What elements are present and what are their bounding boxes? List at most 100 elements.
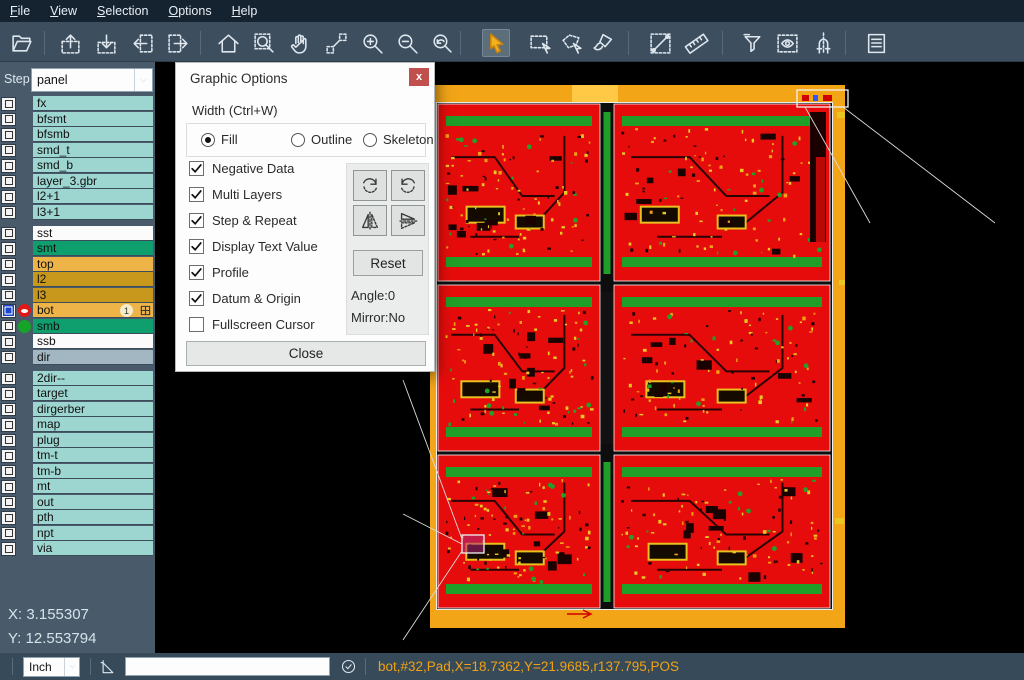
layer-row-tm-b[interactable]: tm-b [0,464,155,480]
checkbox-negative-data[interactable]: Negative Data [189,161,294,176]
layer-checkbox[interactable] [1,144,16,158]
radio-fill[interactable]: Fill [201,132,238,147]
layer-checkbox[interactable] [1,159,16,173]
layer-row-bfsmb[interactable]: bfsmb [0,127,155,143]
layer-checkbox[interactable] [1,190,16,204]
layer-row-npt[interactable]: npt [0,526,155,542]
layer-row-bot[interactable]: bot1 [0,303,155,319]
layer-name[interactable]: smd_t [33,143,153,158]
layer-row-l2[interactable]: l2 [0,272,155,288]
layer-row-smd_b[interactable]: smd_b [0,158,155,174]
tool-box-arrow-down[interactable] [92,29,120,57]
layer-name[interactable]: sst [33,226,153,241]
layer-row-l3[interactable]: l3 [0,288,155,304]
layer-name[interactable]: map [33,417,153,432]
layer-name[interactable]: dirgerber [33,402,153,417]
tool-rect-select[interactable] [526,29,554,57]
layer-row-dirgerber[interactable]: dirgerber [0,402,155,418]
command-input[interactable] [125,657,330,676]
checkbox-multi-layers[interactable]: Multi Layers [189,187,282,202]
layer-name[interactable]: fx [33,96,153,111]
layer-name[interactable]: bot [33,303,153,318]
layer-name[interactable]: 2dir-- [33,371,153,386]
layer-checkbox[interactable] [1,542,16,556]
layer-name[interactable]: l3 [33,288,153,303]
layer-checkbox[interactable] [1,273,16,287]
layer-name[interactable]: mt [33,479,153,494]
tool-diagonal-measure[interactable] [646,29,674,57]
layer-checkbox[interactable] [1,403,16,417]
checkbox-profile[interactable]: Profile [189,265,249,280]
mirror-horizontal-button[interactable] [353,205,387,236]
layer-name[interactable]: l2 [33,272,153,287]
layer-checkbox[interactable] [1,289,16,303]
menu-file[interactable]: File [0,0,40,22]
layer-checkbox[interactable] [1,175,16,189]
layer-name[interactable]: bfsmt [33,112,153,127]
layer-name[interactable]: ssb [33,334,153,349]
tool-zoom-in[interactable] [358,29,386,57]
layer-row-map[interactable]: map [0,417,155,433]
layer-row-fx[interactable]: fx [0,96,155,112]
layer-checkbox[interactable] [1,496,16,510]
refresh-check-icon[interactable] [340,658,357,675]
tool-brush[interactable] [588,29,616,57]
layer-name[interactable]: smt [33,241,153,256]
tool-view-box[interactable] [773,29,801,57]
layer-checkbox[interactable] [1,97,16,111]
layer-checkbox[interactable] [1,258,16,272]
layer-row-dir[interactable]: dir [0,350,155,366]
layer-row-plug[interactable]: plug [0,433,155,449]
layer-checkbox[interactable] [1,351,16,365]
layer-checkbox[interactable] [1,480,16,494]
checkbox-datum-origin[interactable]: Datum & Origin [189,291,301,306]
layer-name[interactable]: npt [33,526,153,541]
checkbox-fullscreen-cursor[interactable]: Fullscreen Cursor [189,317,315,332]
layer-row-2dir--[interactable]: 2dir-- [0,371,155,387]
tool-zoom-area[interactable] [250,29,278,57]
layer-checkbox[interactable] [1,113,16,127]
reset-button[interactable]: Reset [353,250,423,276]
menu-selection[interactable]: Selection [87,0,158,22]
close-button[interactable]: Close [186,341,426,366]
menu-options[interactable]: Options [158,0,221,22]
layer-checkbox[interactable] [1,434,16,448]
dialog-close-button[interactable]: x [409,68,429,86]
layer-row-tm-t[interactable]: tm-t [0,448,155,464]
layer-name[interactable]: l2+1 [33,189,153,204]
layer-row-target[interactable]: target [0,386,155,402]
checkbox-step-repeat[interactable]: Step & Repeat [189,213,297,228]
rotate-ccw-button[interactable] [391,170,425,201]
tool-zoom-previous[interactable] [427,29,455,57]
layer-name[interactable]: dir [33,350,153,365]
layer-name[interactable]: plug [33,433,153,448]
layer-name[interactable]: tm-b [33,464,153,479]
tool-select-cursor[interactable] [482,29,510,57]
tool-filter[interactable] [738,29,766,57]
layer-name[interactable]: tm-t [33,448,153,463]
layer-row-top[interactable]: top [0,257,155,273]
layer-checkbox[interactable] [1,304,16,318]
layer-row-ssb[interactable]: ssb [0,334,155,350]
layer-row-l2+1[interactable]: l2+1 [0,189,155,205]
layer-row-sst[interactable]: sst [0,226,155,242]
rotate-cw-button[interactable] [353,170,387,201]
layer-row-pth[interactable]: pth [0,510,155,526]
layer-checkbox[interactable] [1,387,16,401]
layer-checkbox[interactable] [1,418,16,432]
layer-checkbox[interactable] [1,128,16,142]
layer-name[interactable]: target [33,386,153,401]
layer-name[interactable]: layer_3.gbr [33,174,153,189]
unit-dropdown[interactable]: Inch [23,657,80,677]
tool-ruler[interactable] [682,29,710,57]
layer-checkbox[interactable] [1,372,16,386]
layer-checkbox[interactable] [1,320,16,334]
layer-row-l3+1[interactable]: l3+1 [0,205,155,221]
tool-box-arrow-up[interactable] [56,29,84,57]
menu-view[interactable]: View [40,0,87,22]
layer-name[interactable]: smb [33,319,153,334]
layer-name[interactable]: out [33,495,153,510]
layer-checkbox[interactable] [1,527,16,541]
layer-row-smb[interactable]: smb [0,319,155,335]
menu-help[interactable]: Help [222,0,268,22]
